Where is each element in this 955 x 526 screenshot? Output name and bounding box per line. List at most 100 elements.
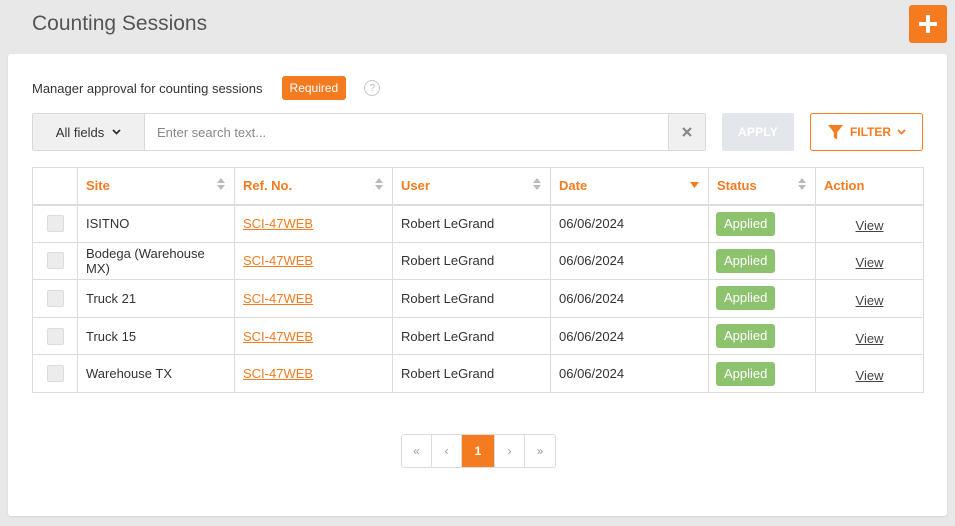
close-icon	[682, 127, 692, 137]
table-row: ISITNO SCI-47WEB Robert LeGrand 06/06/20…	[32, 204, 924, 243]
search-input[interactable]	[145, 114, 668, 150]
site-cell: ISITNO	[77, 204, 235, 243]
status-cell: Applied	[708, 316, 816, 356]
approval-setting: Manager approval for counting sessions R…	[32, 76, 381, 100]
column-header-status[interactable]: Status	[708, 167, 816, 206]
plus-icon	[919, 15, 937, 33]
field-select-label: All fields	[55, 124, 105, 140]
date-cell: 06/06/2024	[550, 279, 709, 318]
view-link[interactable]: View	[824, 289, 915, 308]
row-select-cell	[32, 241, 78, 281]
user-cell: Robert LeGrand	[392, 354, 551, 393]
user-cell: Robert LeGrand	[392, 204, 551, 243]
question-icon[interactable]: ?	[364, 80, 381, 96]
row-select-cell	[32, 279, 78, 318]
row-select-cell	[32, 204, 78, 243]
table-row: Warehouse TX SCI-47WEB Robert LeGrand 06…	[32, 354, 924, 393]
column-header-label: Site	[86, 178, 110, 194]
site-cell: Warehouse TX	[77, 354, 235, 393]
chevron-down-icon	[112, 129, 121, 135]
column-header-label: Date	[559, 178, 588, 194]
view-link[interactable]: View	[824, 327, 915, 346]
view-link[interactable]: View	[824, 364, 915, 383]
next-page-button[interactable]: ›	[495, 435, 525, 467]
row-checkbox[interactable]	[46, 215, 64, 233]
view-link[interactable]: View	[824, 251, 915, 270]
ref-cell: SCI-47WEB	[234, 279, 393, 318]
previous-page-button[interactable]: ‹	[432, 435, 462, 467]
column-header-label: User	[401, 178, 430, 194]
field-select[interactable]: All fields	[33, 114, 145, 150]
funnel-icon	[827, 124, 843, 139]
sort-icon	[217, 178, 225, 190]
user-cell: Robert LeGrand	[392, 241, 551, 281]
sort-icon	[375, 178, 383, 190]
required-badge[interactable]: Required	[281, 76, 347, 100]
row-select-cell	[32, 354, 78, 393]
status-badge: Applied	[716, 248, 776, 273]
user-cell: Robert LeGrand	[392, 316, 551, 356]
column-header-user[interactable]: User	[392, 167, 551, 206]
apply-button[interactable]: APPLY	[722, 113, 794, 151]
approval-label: Manager approval for counting sessions	[32, 80, 263, 96]
status-cell: Applied	[708, 204, 816, 243]
filter-label: FILTER	[849, 125, 892, 139]
sort-icon	[533, 178, 541, 190]
column-header-site[interactable]: Site	[77, 167, 235, 206]
row-checkbox[interactable]	[46, 289, 64, 307]
column-header-label: Status	[717, 178, 757, 194]
first-page-button[interactable]: «	[402, 435, 432, 467]
date-cell: 06/06/2024	[550, 316, 709, 356]
action-cell: View	[815, 279, 924, 318]
last-page-button[interactable]: »	[525, 435, 555, 467]
action-cell: View	[815, 204, 924, 243]
ref-cell: SCI-47WEB	[234, 354, 393, 393]
status-cell: Applied	[708, 241, 816, 281]
action-cell: View	[815, 316, 924, 356]
column-header-ref-no[interactable]: Ref. No.	[234, 167, 393, 206]
action-cell: View	[815, 354, 924, 393]
column-header-label: Ref. No.	[243, 178, 293, 194]
row-select-cell	[32, 316, 78, 356]
ref-link[interactable]: SCI-47WEB	[243, 329, 313, 344]
search-bar: All fields	[32, 113, 706, 151]
pagination: « ‹ 1 › »	[401, 434, 556, 468]
date-cell: 06/06/2024	[550, 354, 709, 393]
row-checkbox[interactable]	[46, 327, 64, 345]
site-cell: Truck 15	[77, 316, 235, 356]
ref-cell: SCI-47WEB	[234, 316, 393, 356]
ref-link[interactable]: SCI-47WEB	[243, 291, 313, 306]
action-cell: View	[815, 241, 924, 281]
user-cell: Robert LeGrand	[392, 279, 551, 318]
row-checkbox[interactable]	[46, 365, 64, 383]
status-badge: Applied	[716, 211, 776, 236]
current-page-button[interactable]: 1	[462, 435, 495, 467]
select-column-header	[32, 167, 78, 206]
row-checkbox[interactable]	[46, 252, 64, 270]
ref-cell: SCI-47WEB	[234, 241, 393, 281]
sessions-card: Manager approval for counting sessions R…	[8, 54, 947, 516]
table-header-row: Site Ref. No. User Date Status Action	[32, 167, 924, 206]
filter-button[interactable]: FILTER	[810, 113, 923, 151]
view-link[interactable]: View	[824, 214, 915, 233]
add-session-button[interactable]	[909, 5, 947, 43]
table-row: Truck 15 SCI-47WEB Robert LeGrand 06/06/…	[32, 316, 924, 356]
site-cell: Truck 21	[77, 279, 235, 318]
column-header-date[interactable]: Date	[550, 167, 709, 206]
site-cell: Bodega (Warehouse MX)	[77, 241, 235, 281]
table-row: Truck 21 SCI-47WEB Robert LeGrand 06/06/…	[32, 279, 924, 318]
ref-link[interactable]: SCI-47WEB	[243, 216, 313, 231]
ref-link[interactable]: SCI-47WEB	[243, 366, 313, 381]
chevron-down-icon	[897, 129, 906, 135]
clear-search-button[interactable]	[668, 114, 705, 150]
date-cell: 06/06/2024	[550, 241, 709, 281]
sessions-table: Site Ref. No. User Date Status Action IS…	[32, 167, 924, 393]
status-badge: Applied	[716, 324, 776, 349]
status-badge: Applied	[716, 361, 776, 386]
column-header-action: Action	[815, 167, 924, 206]
ref-link[interactable]: SCI-47WEB	[243, 253, 313, 268]
status-cell: Applied	[708, 354, 816, 393]
table-row: Bodega (Warehouse MX) SCI-47WEB Robert L…	[32, 241, 924, 281]
status-cell: Applied	[708, 279, 816, 318]
date-cell: 06/06/2024	[550, 204, 709, 243]
